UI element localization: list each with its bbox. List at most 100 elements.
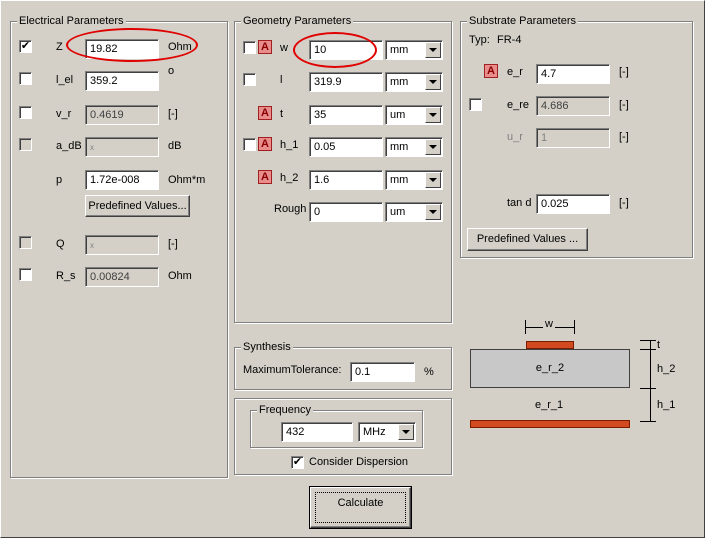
a-db-field: x	[85, 137, 159, 157]
w-lock-icon[interactable]: A	[258, 40, 272, 54]
l-el-unit: o	[168, 65, 175, 77]
tan-d-label: tan d	[507, 197, 532, 209]
v-dim-tick-3	[640, 388, 656, 389]
w-highlight-ellipse	[293, 32, 377, 68]
chevron-down-icon[interactable]	[398, 424, 414, 440]
q-checkbox	[19, 236, 32, 249]
er1-label: e_r_1	[535, 399, 564, 412]
frequency-unit-select[interactable]: MHz	[358, 422, 416, 442]
max-tolerance-unit: %	[424, 366, 434, 378]
e-r-input[interactable]: 4.7	[536, 64, 610, 84]
l-unit-value: mm	[390, 76, 409, 88]
consider-dispersion-label: Consider Dispersion	[309, 456, 409, 468]
p-input[interactable]: 1.72e-008	[85, 170, 159, 190]
l-el-label: l_el	[56, 74, 74, 86]
e-r-lock-icon[interactable]: A	[484, 64, 498, 78]
v-r-checkbox[interactable]	[19, 106, 32, 119]
w-label: w	[280, 42, 288, 54]
z-label: Z	[56, 41, 63, 53]
l-label: l	[280, 74, 283, 86]
r-s-unit: Ohm	[168, 270, 192, 282]
t-input[interactable]: 35	[309, 105, 383, 125]
w-unit-select[interactable]: mm	[385, 40, 443, 60]
er2-label: e_r_2	[535, 362, 565, 374]
typ-value: FR-4	[497, 34, 522, 46]
l-input[interactable]: 319.9	[309, 72, 383, 92]
h-2-label: h_2	[280, 172, 299, 184]
geometry-parameters-title: Geometry Parameters	[241, 15, 354, 28]
h-2-unit-value: mm	[390, 174, 409, 186]
calculate-button[interactable]: Calculate	[309, 486, 412, 529]
electrical-predefined-values-button[interactable]: Predefined Values...	[85, 195, 190, 217]
h-2-unit-select[interactable]: mm	[385, 170, 443, 190]
v-dim-tick-2	[640, 349, 656, 350]
consider-dispersion-checkbox[interactable]: ✔	[291, 456, 304, 469]
q-unit: [-]	[168, 238, 178, 250]
h-2-lock-icon[interactable]: A	[258, 170, 272, 184]
a-db-unit: dB	[168, 140, 182, 152]
h-2-input[interactable]: 1.6	[309, 170, 383, 190]
max-tolerance-label: MaximumTolerance:	[243, 364, 342, 376]
u-r-unit: [-]	[619, 131, 629, 143]
a-db-label: a_dB	[56, 140, 82, 152]
h-1-lock-icon[interactable]: A	[258, 137, 272, 151]
v-dim-tick-4	[640, 421, 656, 422]
q-label: Q	[56, 238, 65, 250]
r-s-checkbox[interactable]	[19, 268, 32, 281]
substrate-parameters-title: Substrate Parameters	[467, 15, 578, 28]
t-lock-icon[interactable]: A	[258, 106, 272, 120]
rough-label: Rough	[274, 203, 307, 215]
l-checkbox[interactable]	[243, 73, 256, 86]
typ-label: Typ:	[469, 34, 490, 46]
frequency-title: Frequency	[257, 404, 313, 417]
l-el-checkbox[interactable]	[19, 72, 32, 85]
h-1-checkbox[interactable]	[243, 138, 256, 151]
r-s-field: 0.00824	[85, 267, 159, 287]
e-re-field: 4.686	[536, 96, 610, 116]
e-re-label: e_re	[507, 99, 530, 111]
v-dim-tick-1	[640, 340, 656, 341]
calculate-button-label: Calculate	[315, 492, 406, 523]
h-1-unit-select[interactable]: mm	[385, 137, 443, 157]
chevron-down-icon[interactable]	[425, 139, 441, 155]
e-re-unit: [-]	[619, 99, 629, 111]
h-1-unit-value: mm	[390, 141, 409, 153]
chevron-down-icon[interactable]	[425, 74, 441, 90]
t-label: t	[280, 108, 284, 120]
max-tolerance-input[interactable]: 0.1	[350, 362, 415, 382]
z-highlight-ellipse	[66, 28, 198, 62]
e-r-unit: [-]	[619, 66, 629, 78]
l-unit-select[interactable]: mm	[385, 72, 443, 92]
v-r-unit: [-]	[168, 108, 178, 120]
p-unit: Ohm*m	[168, 174, 206, 186]
p-label: p	[56, 174, 63, 186]
w-dim-label: w	[543, 318, 555, 331]
rough-input[interactable]: 0	[309, 202, 383, 222]
strip-conductor	[526, 341, 574, 349]
substrate-predefined-values-button[interactable]: Predefined Values ...	[467, 228, 588, 251]
h-1-input[interactable]: 0.05	[309, 137, 383, 157]
tan-d-unit: [-]	[619, 197, 629, 209]
frequency-unit-value: MHz	[363, 426, 386, 438]
chevron-down-icon[interactable]	[425, 172, 441, 188]
chevron-down-icon[interactable]	[425, 42, 441, 58]
w-checkbox[interactable]	[243, 41, 256, 54]
chevron-down-icon[interactable]	[425, 107, 441, 123]
r-s-label: R_s	[56, 270, 76, 282]
e-re-checkbox[interactable]	[469, 98, 482, 111]
frequency-input[interactable]: 432	[281, 422, 353, 442]
chevron-down-icon[interactable]	[425, 204, 441, 220]
v-r-label: v_r	[56, 108, 72, 120]
tan-d-input[interactable]: 0.025	[536, 194, 610, 214]
l-el-input[interactable]: 359.2	[85, 71, 159, 91]
rough-unit-select[interactable]: um	[385, 202, 443, 222]
t-unit-select[interactable]: um	[385, 105, 443, 125]
t-unit-value: um	[390, 109, 406, 121]
w-unit-value: mm	[390, 44, 409, 56]
z-checkbox[interactable]: ✔	[19, 40, 32, 53]
h2-dim-label: h_2	[657, 363, 676, 376]
rough-unit-value: um	[390, 206, 406, 218]
q-field: x	[85, 235, 159, 255]
h1-dim-label: h_1	[657, 399, 676, 412]
electrical-parameters-title: Electrical Parameters	[17, 15, 126, 28]
